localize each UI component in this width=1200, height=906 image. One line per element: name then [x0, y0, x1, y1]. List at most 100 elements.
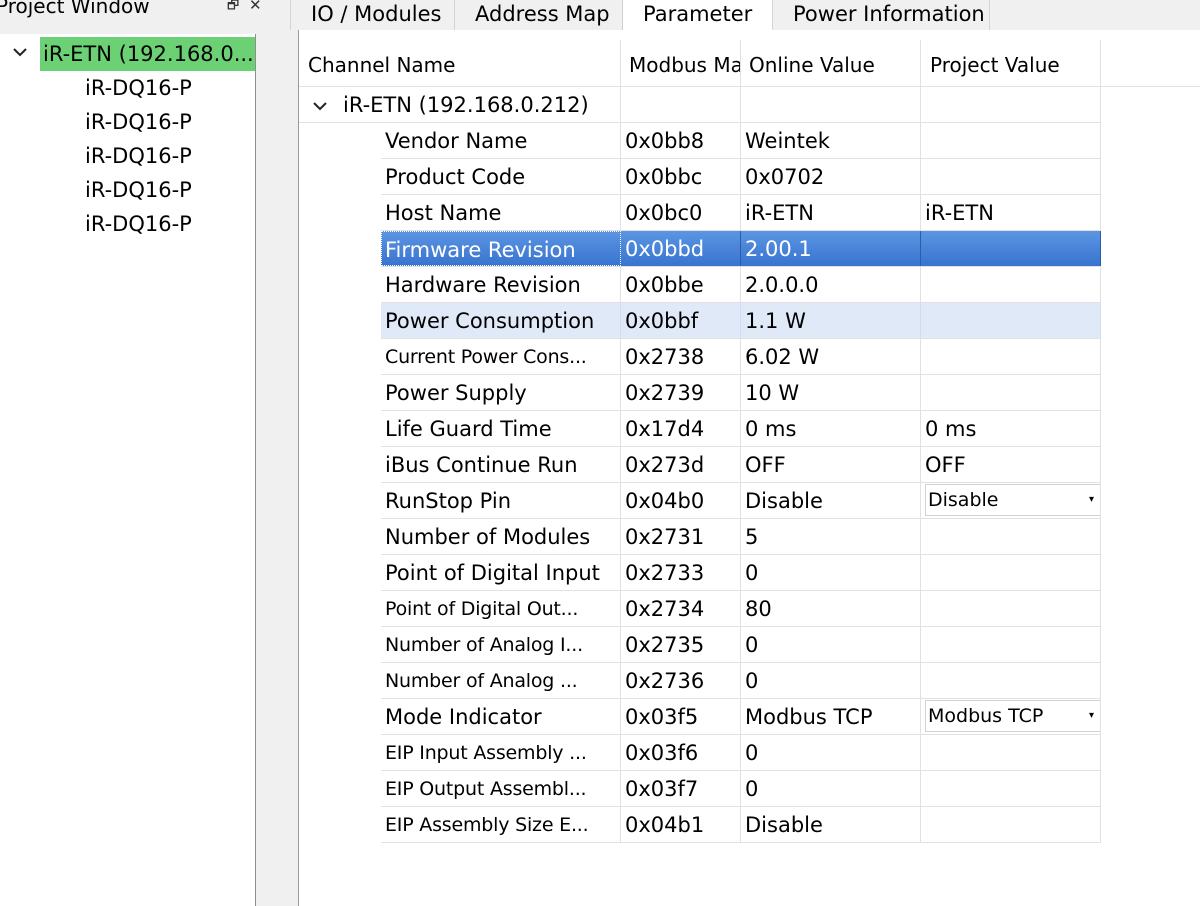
select-value: Modbus TCP: [928, 705, 1044, 727]
online-value-cell: 0: [741, 663, 921, 698]
tab-io-modules[interactable]: IO / Modules: [290, 0, 455, 30]
online-value-cell: 0x0702: [741, 159, 921, 194]
project-value-cell[interactable]: [921, 303, 1101, 338]
modbus-address-cell: 0x2733: [621, 555, 741, 590]
online-value-cell: iR-ETN: [741, 195, 921, 230]
project-value-cell[interactable]: [921, 807, 1101, 842]
tab-power-information[interactable]: Power Information: [772, 0, 990, 30]
project-value-cell[interactable]: [921, 771, 1101, 806]
channel-name-cell: Point of Digital Input: [381, 555, 621, 590]
project-value-cell[interactable]: Modbus TCP ▾: [921, 699, 1101, 734]
project-value-cell[interactable]: [921, 627, 1101, 662]
table-row[interactable]: Point of Digital Out... 0x2734 80: [381, 591, 1101, 627]
channel-name-cell: Number of Analog ...: [381, 663, 621, 698]
channel-name-cell: Host Name: [381, 195, 621, 230]
column-header-channel-name[interactable]: Channel Name: [299, 40, 621, 86]
dropdown-arrow-icon[interactable]: ▾: [1089, 701, 1094, 731]
project-value-select[interactable]: Modbus TCP ▾: [925, 700, 1100, 732]
modbus-address-cell: 0x17d4: [621, 411, 741, 446]
table-row[interactable]: Power Consumption 0x0bbf 1.1 W: [381, 303, 1101, 339]
table-row[interactable]: Firmware Revision 0x0bbd 2.00.1: [381, 231, 1101, 267]
channel-name-cell: Number of Analog I...: [381, 627, 621, 662]
project-value-cell[interactable]: [921, 375, 1101, 410]
modbus-address-cell: 0x0bbf: [621, 303, 741, 338]
column-header-modbus-address[interactable]: Modbus Ma: [621, 40, 741, 86]
chevron-down-icon[interactable]: [11, 43, 29, 61]
table-row[interactable]: Life Guard Time 0x17d4 0 ms 0 ms: [381, 411, 1101, 447]
channel-name-cell: RunStop Pin: [381, 483, 621, 518]
project-value-cell[interactable]: [921, 555, 1101, 590]
online-value-cell: 0: [741, 771, 921, 806]
column-header-project-value[interactable]: Project Value: [921, 40, 1101, 86]
modbus-address-cell: 0x0bbd: [621, 231, 741, 266]
modbus-address-cell: 0x2734: [621, 591, 741, 626]
table-row[interactable]: Number of Modules 0x2731 5: [381, 519, 1101, 555]
tree-root-node[interactable]: iR-ETN (192.168.0...: [0, 37, 256, 71]
tree-root-label[interactable]: iR-ETN (192.168.0...: [40, 37, 255, 71]
chevron-down-icon[interactable]: [311, 97, 329, 115]
project-value-cell[interactable]: OFF: [921, 447, 1101, 482]
root-row-label: iR-ETN (192.168.0.212): [339, 87, 621, 122]
root-row-empty-cell: [621, 87, 741, 122]
project-value-cell[interactable]: [921, 123, 1101, 158]
project-value-cell[interactable]: [921, 591, 1101, 626]
project-value-cell[interactable]: [921, 159, 1101, 194]
online-value-cell: 0 ms: [741, 411, 921, 446]
table-row[interactable]: EIP Output Assembl... 0x03f7 0: [381, 771, 1101, 807]
online-value-cell: Disable: [741, 483, 921, 518]
online-value-cell: 10 W: [741, 375, 921, 410]
dropdown-arrow-icon[interactable]: ▾: [1089, 485, 1094, 515]
project-value-cell[interactable]: [921, 663, 1101, 698]
table-row[interactable]: iBus Continue Run 0x273d OFF OFF: [381, 447, 1101, 483]
table-row[interactable]: Number of Analog ... 0x2736 0: [381, 663, 1101, 699]
online-value-cell: Weintek: [741, 123, 921, 158]
table-row[interactable]: Point of Digital Input 0x2733 0: [381, 555, 1101, 591]
project-value-cell[interactable]: Disable ▾: [921, 483, 1101, 518]
online-value-cell: 5: [741, 519, 921, 554]
table-row[interactable]: Hardware Revision 0x0bbe 2.0.0.0: [381, 267, 1101, 303]
project-value-cell[interactable]: iR-ETN: [921, 195, 1101, 230]
modbus-address-cell: 0x04b1: [621, 807, 741, 842]
modbus-address-cell: 0x2738: [621, 339, 741, 374]
project-value-cell[interactable]: [921, 519, 1101, 554]
online-value-cell: 0: [741, 735, 921, 770]
table-row[interactable]: Host Name 0x0bc0 iR-ETN iR-ETN: [381, 195, 1101, 231]
project-value-select[interactable]: Disable ▾: [925, 484, 1100, 516]
float-icon[interactable]: 🗗: [227, 0, 239, 18]
table-row[interactable]: EIP Input Assembly ... 0x03f6 0: [381, 735, 1101, 771]
tree-item-module[interactable]: iR-DQ16-P: [85, 105, 192, 139]
column-header-online-value[interactable]: Online Value: [741, 40, 921, 86]
table-row[interactable]: Product Code 0x0bbc 0x0702: [381, 159, 1101, 195]
online-value-cell: 2.0.0.0: [741, 267, 921, 302]
tab-parameter[interactable]: Parameter: [622, 0, 773, 30]
project-value-cell[interactable]: [921, 735, 1101, 770]
tree-item-module[interactable]: iR-DQ16-P: [85, 207, 192, 241]
table-row[interactable]: EIP Assembly Size E... 0x04b1 Disable: [381, 807, 1101, 843]
online-value-cell: 1.1 W: [741, 303, 921, 338]
channel-name-cell: Mode Indicator: [381, 699, 621, 734]
root-row-empty-cell: [921, 87, 1101, 122]
project-value-cell[interactable]: [921, 339, 1101, 374]
modbus-address-cell: 0x03f7: [621, 771, 741, 806]
table-row[interactable]: Number of Analog I... 0x2735 0: [381, 627, 1101, 663]
project-value-cell[interactable]: 0 ms: [921, 411, 1101, 446]
project-tree: iR-ETN (192.168.0... iR-DQ16-P iR-DQ16-P i…: [0, 34, 256, 906]
tree-item-module[interactable]: iR-DQ16-P: [85, 139, 192, 173]
modbus-address-cell: 0x2735: [621, 627, 741, 662]
project-window-titlebar: Project Window 🗗 ✕: [0, 0, 268, 22]
table-row[interactable]: Vendor Name 0x0bb8 Weintek: [381, 123, 1101, 159]
close-icon[interactable]: ✕: [249, 0, 262, 14]
project-value-cell[interactable]: [921, 231, 1101, 266]
online-value-cell: Modbus TCP: [741, 699, 921, 734]
table-row[interactable]: Power Supply 0x2739 10 W: [381, 375, 1101, 411]
tab-address-map[interactable]: Address Map: [454, 0, 623, 30]
table-row-root[interactable]: iR-ETN (192.168.0.212): [299, 87, 1101, 123]
project-window-title: Project Window: [0, 0, 150, 18]
table-row[interactable]: Current Power Cons... 0x2738 6.02 W: [381, 339, 1101, 375]
tree-item-module[interactable]: iR-DQ16-P: [85, 173, 192, 207]
table-row[interactable]: Mode Indicator 0x03f5 Modbus TCP Modbus TCP…: [381, 699, 1101, 735]
table-row[interactable]: RunStop Pin 0x04b0 Disable Disable ▾: [381, 483, 1101, 519]
modbus-address-cell: 0x2731: [621, 519, 741, 554]
tree-item-module[interactable]: iR-DQ16-P: [85, 71, 192, 105]
project-value-cell[interactable]: [921, 267, 1101, 302]
